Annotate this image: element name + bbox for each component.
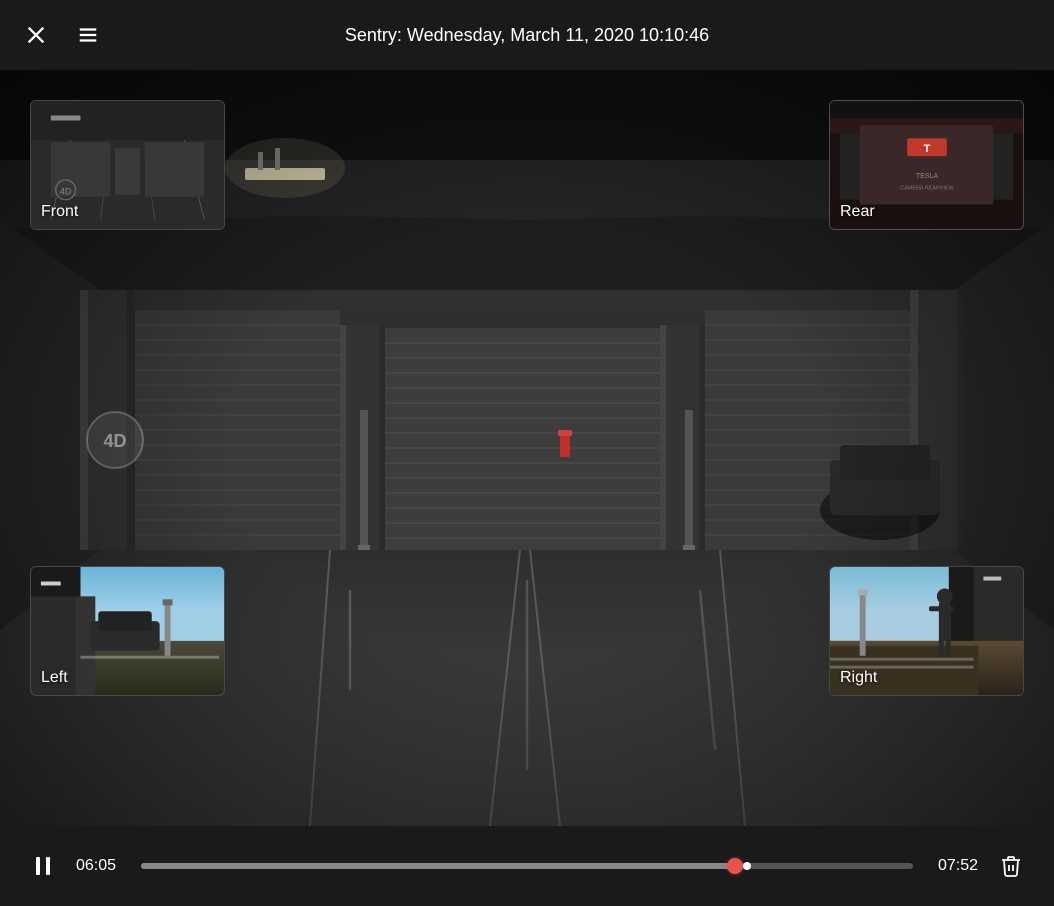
pause-icon [31,854,55,878]
current-time: 06:05 [76,857,126,875]
close-button[interactable] [20,19,52,51]
progress-dot [743,862,751,870]
camera-right-overlay[interactable]: Right [829,566,1024,696]
svg-text:CAMERA REARVIEW: CAMERA REARVIEW [900,186,954,192]
progress-fill [141,863,735,869]
total-time: 07:52 [928,857,978,875]
video-title: Sentry: Wednesday, March 11, 2020 10:10:… [345,25,709,46]
delete-button[interactable] [993,848,1029,884]
front-camera-label: Front [41,203,78,221]
left-camera-label: Left [41,669,68,687]
top-bar: Sentry: Wednesday, March 11, 2020 10:10:… [0,0,1054,70]
progress-bar[interactable] [141,863,913,869]
menu-icon [77,24,99,46]
trash-icon [999,854,1023,878]
camera-rear-overlay[interactable]: T TESLA CAMERA REARVIEW Rear [829,100,1024,230]
camera-left-overlay[interactable]: Left [30,566,225,696]
svg-text:T: T [924,143,931,155]
control-bar: 06:05 07:52 [0,826,1054,906]
svg-text:4D: 4D [60,187,71,197]
rear-camera-label: Rear [840,203,875,221]
menu-button[interactable] [72,19,104,51]
video-area: 4D [0,70,1054,826]
pause-button[interactable] [25,848,61,884]
right-camera-label: Right [840,669,877,687]
close-icon [25,24,47,46]
svg-text:TESLA: TESLA [916,173,938,180]
progress-thumb [727,858,743,874]
top-bar-left [20,19,104,51]
camera-front-overlay[interactable]: 4D Front [30,100,225,230]
